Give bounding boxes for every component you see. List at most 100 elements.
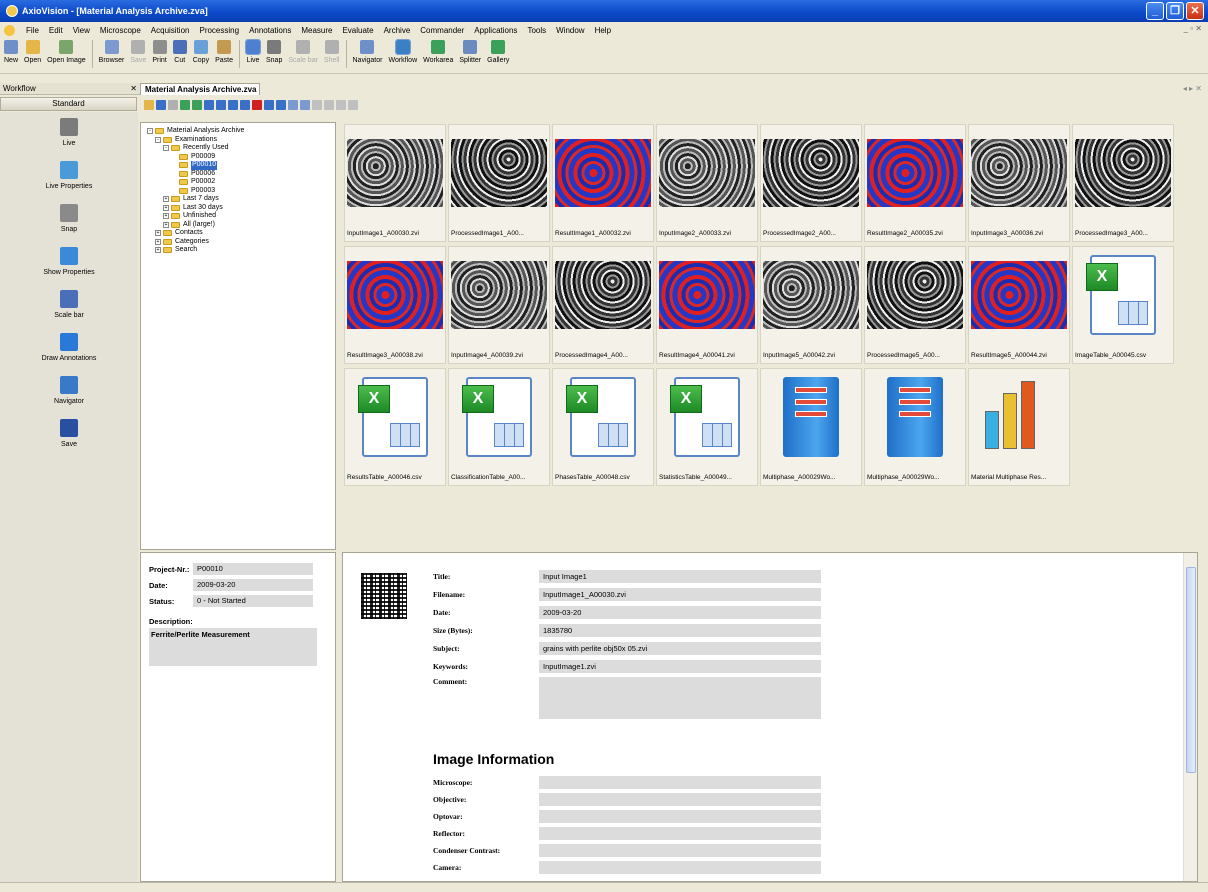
gallery-item[interactable]: ResultImage4_A00041.zvi	[656, 246, 758, 364]
menu-archive[interactable]: Archive	[379, 26, 416, 35]
workflow-item-scale-bar[interactable]: Scale bar	[0, 290, 138, 319]
tree-node-p00010[interactable]: P00010	[147, 161, 329, 170]
tree-node-last-30-days[interactable]: + Last 30 days	[147, 204, 329, 213]
gallery-item[interactable]: InputImage1_A00030.zvi	[344, 124, 446, 242]
expand-toggle-icon[interactable]: -	[155, 136, 161, 143]
gallery-item[interactable]: X StatisticsTable_A00049...	[656, 368, 758, 486]
archive-tool-11-icon[interactable]	[264, 100, 274, 110]
gallery-item[interactable]: X ResultsTable_A00046.csv	[344, 368, 446, 486]
tree-node-contacts[interactable]: + Contacts	[147, 229, 329, 238]
detail-value[interactable]: 1835780	[539, 623, 821, 637]
expand-toggle-icon[interactable]: -	[163, 145, 169, 152]
tree-node-p00006[interactable]: P00006	[147, 170, 329, 179]
tree-node-p00003[interactable]: P00003	[147, 187, 329, 196]
menu-microscope[interactable]: Microscope	[95, 26, 146, 35]
expand-toggle-icon[interactable]: +	[163, 196, 169, 203]
copy-button[interactable]: Copy	[193, 38, 209, 64]
image-info-value[interactable]	[539, 809, 821, 823]
gallery-item[interactable]: Multiphase_A00029Wo...	[760, 368, 862, 486]
archive-tool-18-icon[interactable]	[348, 100, 358, 110]
gallery-item[interactable]: ResultImage1_A00032.zvi	[552, 124, 654, 242]
open-button[interactable]: Open	[24, 38, 41, 64]
workflow-item-snap[interactable]: Snap	[0, 204, 138, 233]
menu-acquisition[interactable]: Acquisition	[146, 26, 195, 35]
image-info-value[interactable]	[539, 775, 821, 789]
tab-material-analysis-archive[interactable]: Material Analysis Archive.zva	[140, 83, 260, 95]
image-info-value[interactable]	[539, 792, 821, 806]
save-button[interactable]: Save	[130, 38, 146, 64]
gallery-item[interactable]: X PhasesTable_A00048.csv	[552, 368, 654, 486]
live-button[interactable]: Live	[244, 38, 261, 64]
archive-tool-3-icon[interactable]	[168, 100, 178, 110]
tree-node-examinations[interactable]: - Examinations	[147, 136, 329, 145]
archive-tool-13-icon[interactable]	[288, 100, 298, 110]
gallery-item[interactable]: InputImage3_A00036.zvi	[968, 124, 1070, 242]
workflow-item-live[interactable]: Live	[0, 118, 138, 147]
gallery-item[interactable]: InputImage4_A00039.zvi	[448, 246, 550, 364]
tree-node-p00002[interactable]: P00002	[147, 178, 329, 187]
tree-node-categories[interactable]: + Categories	[147, 238, 329, 247]
detail-value[interactable]: Input Image1	[539, 569, 821, 583]
menu-evaluate[interactable]: Evaluate	[337, 26, 378, 35]
expand-toggle-icon[interactable]: +	[155, 238, 161, 245]
document-controls[interactable]: ◂ ▸ ✕	[1183, 84, 1202, 93]
expand-toggle-icon[interactable]: +	[155, 230, 161, 237]
menu-applications[interactable]: Applications	[469, 26, 522, 35]
snap-button[interactable]: Snap	[266, 38, 282, 64]
gallery-item[interactable]: ProcessedImage5_A00...	[864, 246, 966, 364]
menu-window[interactable]: Window	[551, 26, 589, 35]
detail-value[interactable]	[539, 677, 821, 719]
tree-node-all-large[interactable]: + All (large!)	[147, 221, 329, 230]
archive-tool-8-icon[interactable]	[228, 100, 238, 110]
archive-tool-7-icon[interactable]	[216, 100, 226, 110]
mdi-controls[interactable]: _ ▫ ✕	[1184, 24, 1202, 33]
detail-value[interactable]: grains with perlite obj50x 05.zvi	[539, 641, 821, 655]
archive-tool-1-icon[interactable]	[144, 100, 154, 110]
image-info-value[interactable]	[539, 860, 821, 874]
archive-tool-10-icon[interactable]	[252, 100, 262, 110]
shell-button[interactable]: Shell	[324, 38, 340, 64]
workflow-item-draw-annotations[interactable]: Draw Annotations	[0, 333, 138, 362]
archive-tool-9-icon[interactable]	[240, 100, 250, 110]
gallery-item[interactable]: Material Multiphase Res...	[968, 368, 1070, 486]
workflow-item-show-properties[interactable]: Show Properties	[0, 247, 138, 276]
workflow-caption[interactable]: Standard	[0, 97, 137, 111]
archive-tool-5-icon[interactable]	[192, 100, 202, 110]
tree-node-material-analysis-archive[interactable]: - Material Analysis Archive	[147, 127, 329, 136]
menu-commander[interactable]: Commander	[415, 26, 469, 35]
workflow-button[interactable]: Workflow	[388, 38, 417, 64]
menu-edit[interactable]: Edit	[44, 26, 68, 35]
scale-bar-button[interactable]: Scale bar	[288, 38, 318, 64]
menu-tools[interactable]: Tools	[522, 26, 551, 35]
expand-toggle-icon[interactable]: +	[163, 213, 169, 220]
gallery-item[interactable]: ProcessedImage1_A00...	[448, 124, 550, 242]
gallery-button[interactable]: Gallery	[487, 38, 509, 64]
minimize-button[interactable]: _	[1146, 2, 1164, 20]
expand-toggle-icon[interactable]: +	[155, 247, 161, 254]
image-info-value[interactable]	[539, 843, 821, 857]
gallery-item[interactable]: ResultImage5_A00044.zvi	[968, 246, 1070, 364]
menu-help[interactable]: Help	[590, 26, 616, 35]
gallery-item[interactable]: InputImage2_A00033.zvi	[656, 124, 758, 242]
menu-view[interactable]: View	[68, 26, 95, 35]
restore-button[interactable]: ❐	[1166, 2, 1184, 20]
archive-tool-16-icon[interactable]	[324, 100, 334, 110]
menu-processing[interactable]: Processing	[194, 26, 244, 35]
archive-tool-2-icon[interactable]	[156, 100, 166, 110]
gallery-item[interactable]: Multiphase_A00029Wo...	[864, 368, 966, 486]
tree-node-unfinished[interactable]: + Unfinished	[147, 212, 329, 221]
menu-file[interactable]: File	[21, 26, 44, 35]
workflow-item-save[interactable]: Save	[0, 419, 138, 448]
gallery-item[interactable]: X ClassificationTable_A00...	[448, 368, 550, 486]
menu-measure[interactable]: Measure	[296, 26, 337, 35]
expand-toggle-icon[interactable]: +	[163, 204, 169, 211]
navigator-button[interactable]: Navigator	[353, 38, 382, 64]
gallery-item[interactable]: ProcessedImage3_A00...	[1072, 124, 1174, 242]
archive-tool-15-icon[interactable]	[312, 100, 322, 110]
gallery-item[interactable]: ResultImage3_A00038.zvi	[344, 246, 446, 364]
new-button[interactable]: New	[4, 38, 18, 64]
workflow-item-live-properties[interactable]: Live Properties	[0, 161, 138, 190]
archive-tool-17-icon[interactable]	[336, 100, 346, 110]
archive-tool-6-icon[interactable]	[204, 100, 214, 110]
workarea-button[interactable]: Workarea	[423, 38, 453, 64]
